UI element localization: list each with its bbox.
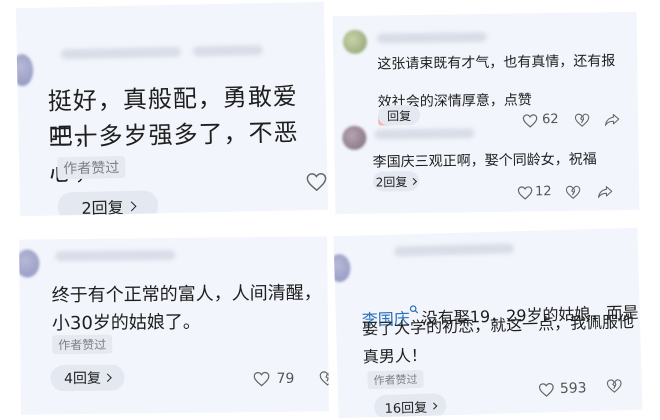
avatar[interactable] bbox=[333, 253, 351, 283]
heart-icon[interactable] bbox=[252, 371, 270, 387]
comment-text-line3: 真男人！ bbox=[362, 345, 428, 367]
reply-button[interactable]: 4回复 bbox=[50, 364, 125, 392]
comment-card-3: 终于有个正常的富人，人间清醒， 小30岁的姑娘了。 作者赞过 4回复 79 bbox=[19, 236, 329, 415]
reply-label: 2回复 bbox=[81, 198, 124, 217]
avatar[interactable] bbox=[342, 125, 367, 151]
broken-heart-icon[interactable] bbox=[574, 113, 590, 128]
heart-icon[interactable] bbox=[538, 382, 555, 397]
avatar[interactable] bbox=[342, 29, 368, 54]
comment-text-line2: 小30岁的姑娘了。 bbox=[51, 311, 201, 335]
like-count: 12 bbox=[535, 184, 552, 200]
broken-heart-icon[interactable] bbox=[318, 370, 329, 386]
author-liked-badge: 作者赞过 bbox=[52, 334, 113, 355]
comment-text: 李国庆三观正啊，娶个同龄女，祝福 bbox=[372, 151, 597, 171]
username-blurred bbox=[376, 31, 488, 44]
chevron-right-icon bbox=[126, 200, 137, 211]
like-count: 62 bbox=[541, 111, 559, 128]
comment-text-line1: 这张请束既有才气，也有真情，还有报 bbox=[377, 53, 616, 73]
reply-label: 2回复 bbox=[375, 174, 408, 190]
avatar[interactable] bbox=[15, 53, 34, 87]
share-icon[interactable] bbox=[597, 184, 613, 198]
heart-icon[interactable] bbox=[517, 185, 533, 200]
meta-blurred bbox=[192, 45, 263, 57]
reply-button[interactable]: 2回复 bbox=[372, 170, 420, 192]
like-count: 593 bbox=[559, 380, 587, 398]
chevron-right-icon bbox=[103, 373, 113, 382]
reply-button[interactable]: 回复 bbox=[377, 104, 421, 126]
comment-card-2: 这张请束既有才气，也有真情，还有报 效社会的深情厚意，点赞 回复 62 李国庆三… bbox=[332, 11, 640, 215]
heart-icon[interactable] bbox=[305, 172, 327, 192]
comment-text-line1: 终于有个正常的富人，人间清醒， bbox=[51, 282, 322, 307]
broken-heart-icon[interactable] bbox=[565, 185, 581, 200]
author-liked-badge: 作者赞过 bbox=[56, 155, 126, 180]
chevron-right-icon bbox=[430, 402, 438, 410]
chevron-right-icon bbox=[410, 177, 418, 185]
reply-button[interactable]: 2回复 bbox=[57, 190, 159, 217]
reply-button[interactable]: 16回复 bbox=[373, 393, 447, 419]
share-icon[interactable] bbox=[604, 112, 620, 126]
comment-card-1: 挺好，真般配，勇敢爱吧， 三十多岁强多了，不恶心， 作者赞过 2回复 bbox=[15, 1, 329, 217]
author-liked-badge: 作者赞过 bbox=[367, 369, 424, 390]
reply-label: 回复 bbox=[386, 108, 412, 123]
username-blurred bbox=[60, 46, 181, 60]
meta-blurred bbox=[393, 243, 515, 257]
like-count: 79 bbox=[276, 370, 295, 387]
broken-heart-icon[interactable] bbox=[606, 378, 623, 393]
comment-card-4: 李国庆 没有娶19，29岁的姑娘，而是 娶了大学的初恋，就这一点，我佩服他 真男人… bbox=[333, 227, 643, 419]
search-icon[interactable] bbox=[409, 305, 419, 314]
reply-label: 16回复 bbox=[384, 400, 428, 417]
username-blurred bbox=[374, 128, 475, 140]
avatar[interactable] bbox=[19, 249, 40, 278]
username-blurred bbox=[55, 249, 176, 262]
heart-icon[interactable] bbox=[522, 113, 538, 128]
reply-label: 4回复 bbox=[64, 370, 102, 388]
